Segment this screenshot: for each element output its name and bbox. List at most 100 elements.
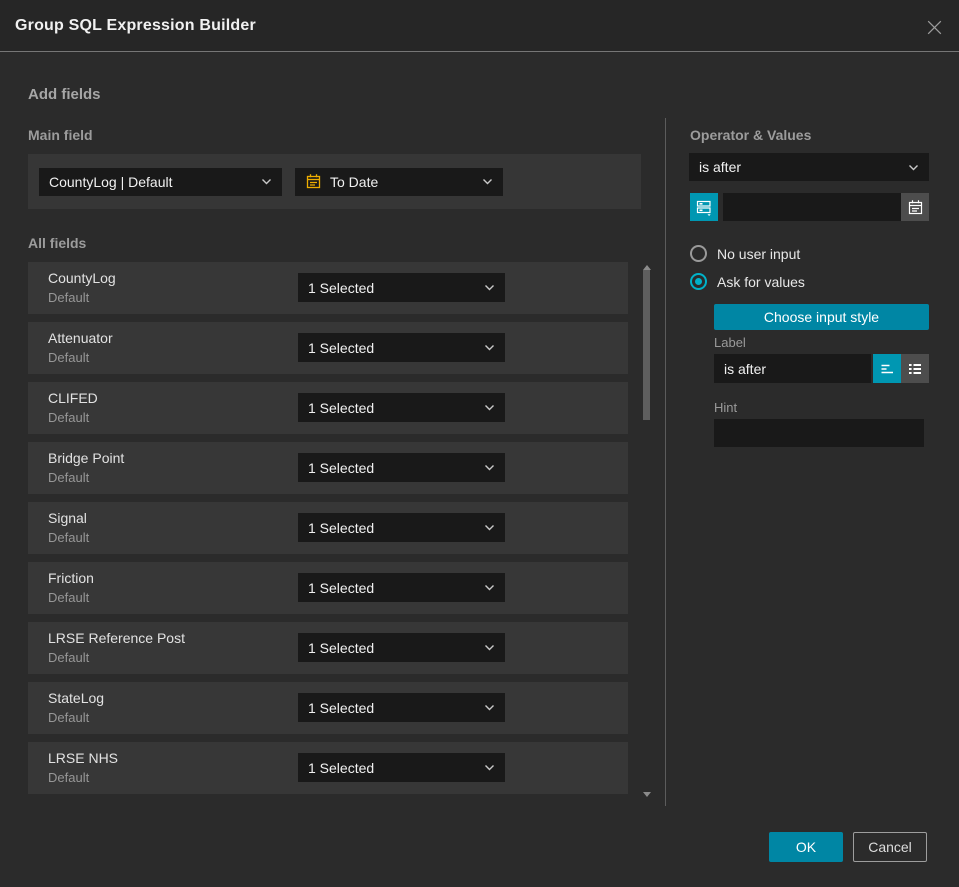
field-subtitle: Default <box>48 410 90 425</box>
field-subtitle: Default <box>48 590 90 605</box>
field-row: CLIFED Default 1 Selected <box>28 382 628 434</box>
panel-divider <box>665 118 666 806</box>
main-field-dropdown-value: CountyLog | Default <box>49 173 173 190</box>
value-input-type-button[interactable] <box>690 193 718 221</box>
field-name: Bridge Point <box>48 450 125 466</box>
field-selection-dropdown[interactable]: 1 Selected <box>298 693 505 722</box>
chevron-down-icon <box>484 464 495 471</box>
field-selection-dropdown[interactable]: 1 Selected <box>298 513 505 542</box>
field-row: Attenuator Default 1 Selected <box>28 322 628 374</box>
radio-label: No user input <box>717 245 801 262</box>
field-name: LRSE NHS <box>48 750 119 766</box>
stacked-rows-icon <box>696 199 713 216</box>
operator-values-heading: Operator & Values <box>690 127 812 143</box>
main-field-heading: Main field <box>28 127 93 143</box>
field-row: LRSE NHS Default 1 Selected <box>28 742 628 794</box>
add-fields-heading: Add fields <box>28 86 101 103</box>
calendar-icon <box>305 173 322 190</box>
radio-circle-checked-icon <box>690 273 707 290</box>
main-field-dropdown[interactable]: CountyLog | Default <box>39 167 282 196</box>
chevron-down-icon <box>484 644 495 651</box>
date-type-dropdown-value: To Date <box>330 173 379 190</box>
list-scrollbar <box>641 262 653 800</box>
field-row: CountyLog Default 1 Selected <box>28 262 628 314</box>
field-selection-dropdown[interactable]: 1 Selected <box>298 453 505 482</box>
field-selection-dropdown[interactable]: 1 Selected <box>298 333 505 362</box>
field-subtitle: Default <box>48 770 90 785</box>
field-name: Signal <box>48 510 87 526</box>
scrollbar-thumb[interactable] <box>643 270 650 420</box>
chevron-down-icon <box>484 764 495 771</box>
field-subtitle: Default <box>48 290 90 305</box>
field-name: Friction <box>48 570 94 586</box>
field-selection-label: 1 Selected <box>308 759 375 776</box>
chevron-down-icon <box>484 524 495 531</box>
field-row: StateLog Default 1 Selected <box>28 682 628 734</box>
date-picker-button[interactable] <box>901 193 929 221</box>
field-name: CLIFED <box>48 390 98 406</box>
field-row: Signal Default 1 Selected <box>28 502 628 554</box>
field-subtitle: Default <box>48 350 90 365</box>
hint-field-label: Hint <box>714 400 738 415</box>
close-button[interactable] <box>921 14 947 40</box>
field-name: LRSE Reference Post <box>48 630 185 646</box>
field-selection-label: 1 Selected <box>308 579 375 596</box>
radio-circle-icon <box>690 245 707 262</box>
chevron-down-icon <box>484 404 495 411</box>
field-subtitle: Default <box>48 650 90 665</box>
field-name: StateLog <box>48 690 105 706</box>
dialog-title: Group SQL Expression Builder <box>15 16 256 34</box>
field-subtitle: Default <box>48 470 90 485</box>
field-row: Bridge Point Default 1 Selected <box>28 442 628 494</box>
scrollbar-down-arrow-icon[interactable] <box>643 792 651 797</box>
chevron-down-icon <box>484 584 495 591</box>
chevron-down-icon <box>484 704 495 711</box>
field-selection-label: 1 Selected <box>308 459 375 476</box>
field-selection-label: 1 Selected <box>308 639 375 656</box>
single-value-style-button[interactable] <box>873 354 901 383</box>
field-selection-label: 1 Selected <box>308 339 375 356</box>
close-icon <box>925 18 944 37</box>
choose-input-style-button[interactable]: Choose input style <box>714 304 929 330</box>
field-name: Attenuator <box>48 330 113 346</box>
chevron-down-icon <box>908 164 919 171</box>
field-selection-label: 1 Selected <box>308 279 375 296</box>
chevron-down-icon <box>482 178 493 185</box>
field-selection-dropdown[interactable]: 1 Selected <box>298 393 505 422</box>
field-row: Friction Default 1 Selected <box>28 562 628 614</box>
radio-label: Ask for values <box>717 273 805 290</box>
main-field-panel: CountyLog | Default To Date <box>28 154 641 209</box>
field-name: CountyLog <box>48 270 116 286</box>
label-field-label: Label <box>714 335 746 350</box>
chevron-down-icon <box>261 178 272 185</box>
dialog-title-bar: Group SQL Expression Builder <box>0 0 959 52</box>
chevron-down-icon <box>484 344 495 351</box>
field-selection-dropdown[interactable]: 1 Selected <box>298 273 505 302</box>
all-fields-heading: All fields <box>28 235 87 251</box>
cancel-button[interactable]: Cancel <box>853 832 927 862</box>
operator-dropdown[interactable]: is after <box>689 153 929 181</box>
operator-dropdown-value: is after <box>699 159 742 175</box>
field-selection-dropdown[interactable]: 1 Selected <box>298 573 505 602</box>
field-subtitle: Default <box>48 530 90 545</box>
chevron-down-icon <box>484 284 495 291</box>
all-fields-list: CountyLog Default 1 Selected Attenuator … <box>28 262 628 802</box>
value-input[interactable] <box>723 193 901 221</box>
field-subtitle: Default <box>48 710 90 725</box>
date-type-dropdown[interactable]: To Date <box>295 167 503 196</box>
align-left-icon <box>879 361 895 377</box>
field-selection-dropdown[interactable]: 1 Selected <box>298 633 505 662</box>
list-icon <box>907 361 923 377</box>
field-row: LRSE Reference Post Default 1 Selected <box>28 622 628 674</box>
radio-no-user-input[interactable]: No user input <box>690 245 800 262</box>
field-selection-label: 1 Selected <box>308 699 375 716</box>
calendar-icon <box>907 199 924 216</box>
hint-input[interactable] <box>714 419 924 447</box>
field-selection-dropdown[interactable]: 1 Selected <box>298 753 505 782</box>
field-selection-label: 1 Selected <box>308 519 375 536</box>
field-selection-label: 1 Selected <box>308 399 375 416</box>
radio-ask-for-values[interactable]: Ask for values <box>690 273 805 290</box>
label-input[interactable] <box>714 354 871 383</box>
list-value-style-button[interactable] <box>901 354 929 383</box>
ok-button[interactable]: OK <box>769 832 843 862</box>
